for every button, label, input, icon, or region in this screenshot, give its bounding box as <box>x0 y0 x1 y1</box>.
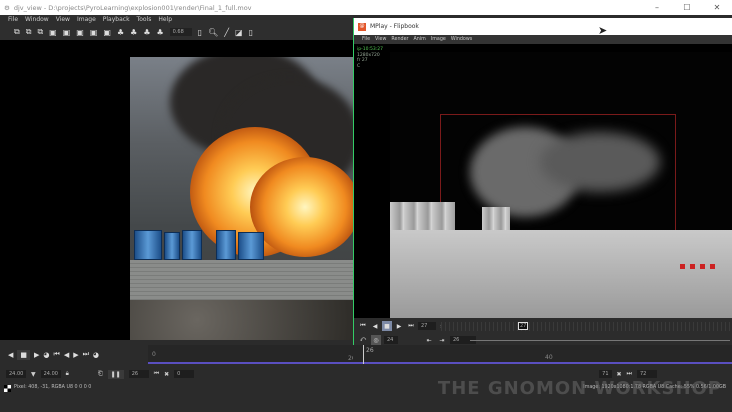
mplay-timeline[interactable]: 27 <box>441 322 732 331</box>
info-channel: C <box>357 63 361 69</box>
djv-playback-controls: ◀ ■ ▶ ◕ ⏮ ◀ ▶ ⏭ ◕ <box>0 345 148 364</box>
checker-icon <box>4 385 11 392</box>
clear-in-icon[interactable]: ✖ <box>164 371 169 378</box>
menu-file[interactable]: File <box>8 16 18 23</box>
zoom-reset-icon[interactable]: ♣ <box>143 28 150 37</box>
menu-image[interactable]: Image <box>77 16 96 23</box>
zoom-fit-icon[interactable]: ♣ <box>156 28 163 37</box>
realtime-icon[interactable]: ◎ <box>371 335 381 345</box>
fps-input[interactable]: 24 <box>384 336 398 344</box>
play-forward-icon[interactable]: ▶ <box>394 321 404 331</box>
set-in-icon[interactable]: ⏮ <box>154 370 159 378</box>
pixel-info: Pixel: 408, -31, RGBA U8 0 0 0 0 <box>14 385 92 390</box>
info-icon[interactable]: ▯ <box>249 28 253 37</box>
ruler-icon[interactable]: ╱ <box>224 28 229 37</box>
app-icon: ⚙ <box>4 3 10 12</box>
mplay-frame-ruler[interactable]: 26 40 <box>353 345 732 364</box>
render-frame-image <box>390 52 732 318</box>
range-start-icon[interactable]: ⇤ <box>424 335 434 345</box>
clear-out-icon[interactable]: ✖ <box>617 371 622 378</box>
minimize-button[interactable]: – <box>642 0 672 15</box>
stop-icon[interactable]: ■ <box>17 349 31 360</box>
mplay-playbar: ⏮ ◀ ■ ▶ ⏭ 27 ⇆ 27 ⤺ ◎ 24 ⇤ ⇥ 26 <box>354 318 732 348</box>
mplay-menu-windows[interactable]: Windows <box>451 37 472 42</box>
magnify-icon[interactable]: 🔍︎ <box>208 28 218 37</box>
houdini-icon: @ <box>358 22 366 31</box>
color-picker-icon[interactable]: ▯ <box>198 28 202 37</box>
djv-timeline[interactable]: 0 26 <box>148 345 356 364</box>
next-frame-icon[interactable]: ▶ <box>73 351 78 359</box>
close-button[interactable]: ✕ <box>702 0 732 15</box>
stop-icon[interactable]: ■ <box>382 321 392 331</box>
timeline-start-label: 0 <box>152 351 156 358</box>
end-frame-input[interactable]: 72 <box>636 370 657 378</box>
histogram-icon[interactable]: ◪ <box>235 28 243 37</box>
mplay-title: MPlay - Flipbook <box>370 23 419 30</box>
play-backward-icon[interactable]: ◀ <box>370 321 380 331</box>
window-title: djv_view - D:\projects\PyroLearning\expl… <box>13 3 252 12</box>
ruler-label-a: 26 <box>366 347 374 354</box>
maximize-button[interactable]: ☐ <box>672 0 702 15</box>
mplay-frame-marker[interactable]: 27 <box>518 322 529 330</box>
menu-playback[interactable]: Playback <box>103 16 130 23</box>
tile-x-icon[interactable]: ▣ <box>76 28 84 37</box>
last-frame-icon[interactable]: ⏭ <box>406 321 416 331</box>
set-out-icon[interactable]: ⏭ <box>627 370 632 378</box>
speed-input[interactable]: 24.00 <box>6 370 26 378</box>
range-end-icon[interactable]: ⇥ <box>437 335 447 345</box>
fit-window-icon[interactable]: ▣ <box>49 28 57 37</box>
new-window-icon[interactable]: ⧉ <box>14 27 20 37</box>
mplay-menu-file[interactable]: File <box>362 37 370 42</box>
zoom-in-icon[interactable]: ♣ <box>117 28 124 37</box>
mplay-menu-bar: File View Render Anim Image Windows <box>354 35 732 44</box>
cascade-icon[interactable]: ▣ <box>90 28 98 37</box>
mplay-window: @ MPlay - Flipbook ➤ File View Render An… <box>353 18 732 348</box>
explosion-frame-image <box>130 57 353 340</box>
in-point-input[interactable]: 0 <box>174 370 195 378</box>
prev-frame-icon[interactable]: ◀ <box>64 351 69 359</box>
duplicate-window-icon[interactable]: ⧉ <box>26 27 32 37</box>
end-frame-icon[interactable]: ⏭ <box>83 350 89 359</box>
loop-icon[interactable]: ⤺ <box>358 335 368 345</box>
speed-dropdown-icon[interactable]: ▼ <box>31 371 36 378</box>
menu-view[interactable]: View <box>56 16 70 23</box>
every-frame-icon[interactable]: ◕ <box>93 351 99 359</box>
float-icon[interactable]: ▣ <box>103 28 111 37</box>
out-point-input[interactable]: 71 <box>599 370 612 378</box>
play-reverse-icon[interactable]: ◀ <box>8 351 13 359</box>
in-out-icon[interactable]: ⎗ <box>98 370 103 378</box>
pause-icon[interactable]: ❚❚ <box>107 369 124 379</box>
menu-tools[interactable]: Tools <box>137 16 152 23</box>
info-time: ip-10:53:27 <box>357 47 383 52</box>
play-icon[interactable]: ▶ <box>34 351 39 359</box>
loop-mode-icon[interactable]: ◕ <box>43 351 49 359</box>
first-frame-icon[interactable]: ⏮ <box>358 321 368 331</box>
window-controls: – ☐ ✕ <box>642 0 732 15</box>
start-frame-icon[interactable]: ⏮ <box>54 350 60 359</box>
mplay-info-overlay: ip-10:53:27 1280x720 fr 27 C <box>357 47 383 69</box>
mplay-frame-input[interactable]: 27 <box>418 322 436 330</box>
lock-icon[interactable]: 🔒︎ <box>66 370 69 378</box>
menu-help[interactable]: Help <box>158 16 172 23</box>
djv-menu-bar: File Window View Image Playback Tools He… <box>0 15 353 24</box>
zoom-input[interactable]: 0.68 <box>169 28 192 36</box>
ruler-label-b: 40 <box>545 354 553 361</box>
mplay-menu-view[interactable]: View <box>375 37 386 42</box>
djv-toolbar: ⧉ ⧉ ⧉ ▣ ▣ ▣ ▣ ▣ ♣ ♣ ♣ ♣ 0.68 ▯ 🔍︎ ╱ ◪ ▯ <box>0 24 353 40</box>
gnomon-watermark: THE GNOMON WORKSHOP <box>437 378 722 399</box>
range-slider[interactable] <box>470 340 730 341</box>
close-window-icon[interactable]: ⧉ <box>37 27 43 37</box>
current-frame-input[interactable]: 26 <box>128 370 149 378</box>
zoom-out-icon[interactable]: ♣ <box>130 28 137 37</box>
djv-title-bar: ⚙ djv_view - D:\projects\PyroLearning\ex… <box>0 0 732 15</box>
mplay-menu-render[interactable]: Render <box>391 37 408 42</box>
menu-window[interactable]: Window <box>25 16 49 23</box>
actual-speed: 24.00 <box>40 370 61 378</box>
tile-icon[interactable]: ▣ <box>63 28 71 37</box>
mplay-viewport[interactable]: ip-10:53:27 1280x720 fr 27 C <box>354 44 732 318</box>
mplay-title-bar: @ MPlay - Flipbook ➤ <box>354 18 732 37</box>
mplay-menu-image[interactable]: Image <box>431 37 446 42</box>
mplay-menu-anim[interactable]: Anim <box>414 37 426 42</box>
